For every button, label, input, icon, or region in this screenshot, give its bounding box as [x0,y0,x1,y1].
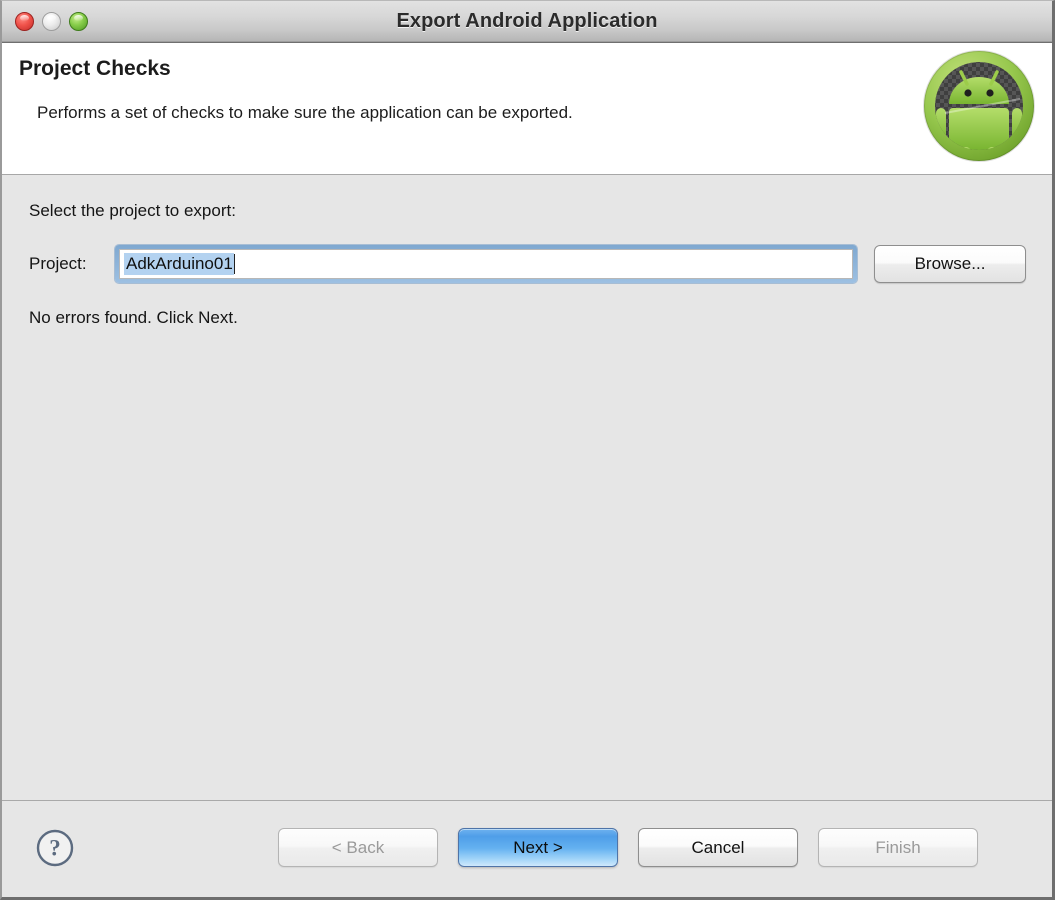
export-android-application-window: Export Android Application Project Check… [0,0,1055,900]
status-message: No errors found. Click Next. [29,308,238,327]
svg-text:?: ? [49,836,61,861]
browse-button-label: Browse... [914,254,986,273]
project-input[interactable]: AdkArduino01 [119,249,853,279]
close-button[interactable] [15,12,34,31]
instruction-label: Select the project to export: [29,201,236,220]
window-title: Export Android Application [396,10,658,32]
finish-button[interactable]: Finish [818,828,978,867]
back-button[interactable]: < Back [278,828,438,867]
back-button-label: < Back [331,837,385,857]
cancel-button[interactable]: Cancel [638,828,798,867]
browse-button[interactable]: Browse... [874,245,1026,283]
page-description: Performs a set of checks to make sure th… [37,103,573,122]
footer-button-group: < Back Next > Cancel Finish [278,828,978,867]
next-button-label: Next > [513,837,563,857]
project-input-focus-ring: AdkArduino01 [115,245,857,283]
android-robot-icon [920,47,1038,165]
window-controls [15,12,88,31]
zoom-button[interactable] [69,12,88,31]
minimize-button[interactable] [42,12,61,31]
question-mark-icon[interactable]: ? [35,828,75,868]
next-button[interactable]: Next > [458,828,618,867]
project-label: Project: [29,254,87,273]
window-titlebar: Export Android Application [2,1,1052,43]
wizard-content: Select the project to export: Project: A… [2,175,1052,800]
text-caret [233,254,235,274]
wizard-header: Project Checks Performs a set of checks … [2,43,1052,175]
page-title: Project Checks [19,57,171,80]
wizard-footer: ? < Back Next > Cancel Finish [2,800,1052,897]
project-field-row: Project: AdkArduino01 Browse... [29,245,1052,283]
cancel-button-label: Cancel [691,837,745,857]
project-input-value: AdkArduino01 [124,252,234,276]
finish-button-label: Finish [875,837,921,857]
